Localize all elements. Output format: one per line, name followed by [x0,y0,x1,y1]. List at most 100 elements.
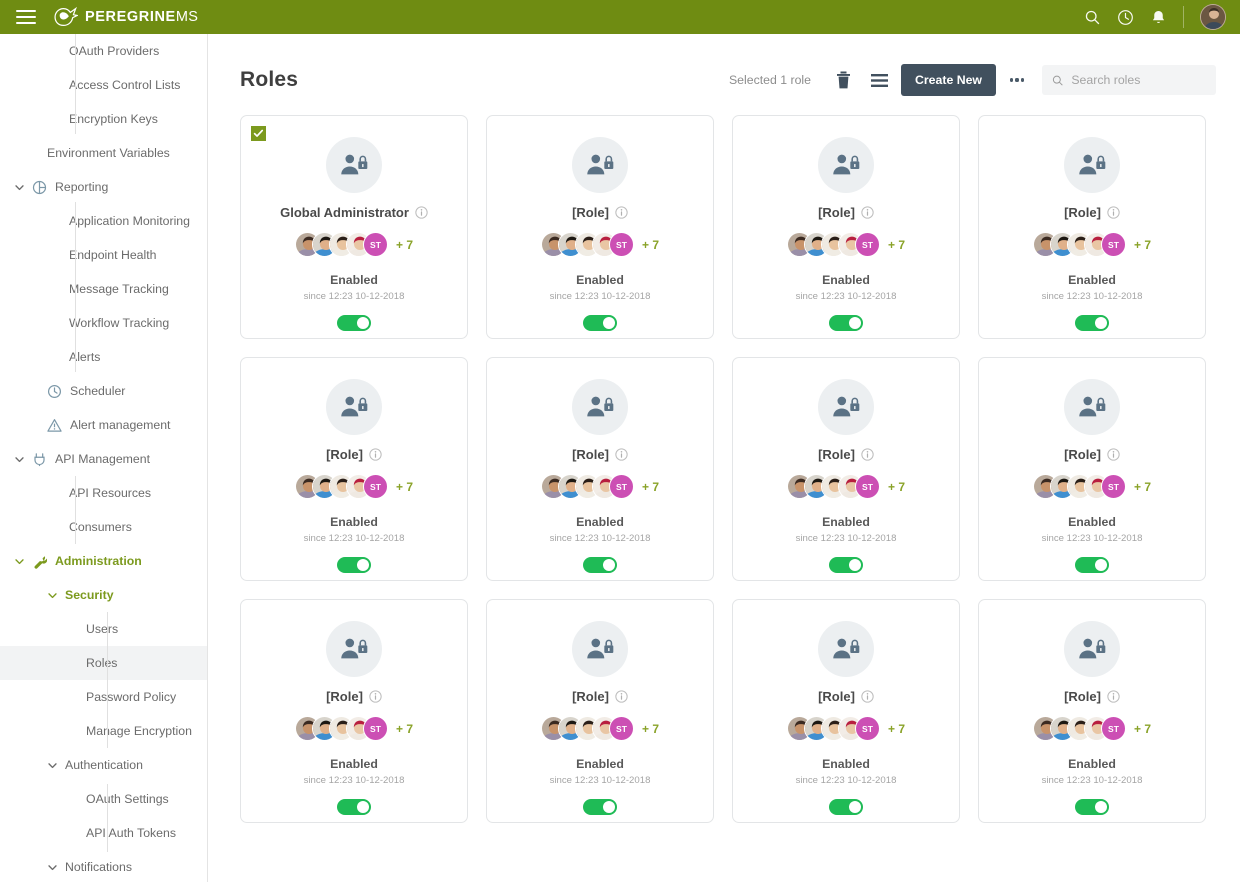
role-enable-toggle[interactable] [1075,557,1109,573]
sidebar-item-access-control-lists[interactable]: Access Control Lists [0,68,207,102]
member-avatar-initials[interactable]: ST [608,474,634,499]
role-card[interactable]: [Role] ST + 7 Enabled since 12:23 10-12-2018 [732,115,960,339]
sidebar-item-api-resources[interactable]: API Resources [0,476,207,510]
member-avatar-initials[interactable]: ST [362,716,388,741]
info-icon[interactable] [861,448,874,461]
role-card[interactable]: [Role] ST + 7 Enabled since 12:23 10-12-2018 [486,115,714,339]
member-avatar-initials[interactable]: ST [1100,232,1126,257]
history-clock-icon[interactable] [1117,9,1134,26]
info-icon[interactable] [1107,690,1120,703]
role-enable-toggle[interactable] [1075,799,1109,815]
role-enable-toggle[interactable] [337,557,371,573]
info-icon[interactable] [861,206,874,219]
member-overflow-count[interactable]: + 7 [642,722,659,736]
role-enable-toggle[interactable] [583,799,617,815]
role-card[interactable]: [Role] ST + 7 Enabled since 12:23 10-12-2018 [978,599,1206,823]
sidebar-item-scheduler[interactable]: Scheduler [0,374,207,408]
role-card[interactable]: [Role] ST + 7 Enabled since 12:23 10-12-2018 [240,599,468,823]
sidebar-item-oauth-settings[interactable]: OAuth Settings [0,782,207,816]
create-new-button[interactable]: Create New [901,64,996,96]
role-enable-toggle[interactable] [829,557,863,573]
role-card[interactable]: [Role] ST + 7 Enabled since 12:23 10-12-2018 [486,357,714,581]
sidebar-item-encryption-keys[interactable]: Encryption Keys [0,102,207,136]
sidebar-item-api-auth-tokens[interactable]: API Auth Tokens [0,816,207,850]
role-enable-toggle[interactable] [583,557,617,573]
sidebar-item-roles[interactable]: Roles [0,646,207,680]
sidebar-item-consumers[interactable]: Consumers [0,510,207,544]
search-input[interactable] [1071,73,1206,87]
role-enable-toggle[interactable] [337,799,371,815]
sidebar-item-notifications[interactable]: Notifications [0,850,207,882]
member-overflow-count[interactable]: + 7 [1134,238,1151,252]
member-avatar-initials[interactable]: ST [854,474,880,499]
more-options-button[interactable] [1002,66,1032,94]
notifications-bell-icon[interactable] [1150,9,1167,26]
role-card[interactable]: [Role] ST + 7 Enabled since 12:23 10-12-2018 [732,599,960,823]
role-card[interactable]: Global Administrator ST + 7 Enabled since 12… [240,115,468,339]
member-avatar-initials[interactable]: ST [1100,716,1126,741]
member-overflow-count[interactable]: + 7 [642,480,659,494]
sidebar-item-security[interactable]: Security [0,578,207,612]
sidebar-item-api-management[interactable]: API Management [0,442,207,476]
sidebar-item-administration[interactable]: Administration [0,544,207,578]
search-icon[interactable] [1084,9,1101,26]
sidebar-item-authentication[interactable]: Authentication [0,748,207,782]
info-icon[interactable] [861,690,874,703]
sidebar-item-endpoint-health[interactable]: Endpoint Health [0,238,207,272]
role-enable-toggle[interactable] [337,315,371,331]
member-avatar-initials[interactable]: ST [854,716,880,741]
info-icon[interactable] [1107,448,1120,461]
role-card[interactable]: [Role] ST + 7 Enabled since 12:23 10-12-2018 [732,357,960,581]
member-avatar-initials[interactable]: ST [608,716,634,741]
member-overflow-count[interactable]: + 7 [396,722,413,736]
info-icon[interactable] [415,206,428,219]
role-enable-toggle[interactable] [829,315,863,331]
sidebar-navigation[interactable]: OAuth Providers Access Control Lists Encry… [0,34,208,882]
info-icon[interactable] [615,206,628,219]
sidebar-item-application-monitoring[interactable]: Application Monitoring [0,204,207,238]
role-enable-toggle[interactable] [583,315,617,331]
member-overflow-count[interactable]: + 7 [1134,480,1151,494]
sidebar-item-password-policy[interactable]: Password Policy [0,680,207,714]
info-icon[interactable] [369,690,382,703]
sidebar-item-workflow-tracking[interactable]: Workflow Tracking [0,306,207,340]
role-enable-toggle[interactable] [829,799,863,815]
member-overflow-count[interactable]: + 7 [888,480,905,494]
user-avatar[interactable] [1200,4,1226,30]
sidebar-item-environment-variables[interactable]: Environment Variables [0,136,207,170]
sidebar-item-manage-encryption[interactable]: Manage Encryption [0,714,207,748]
sidebar-item-alert-management[interactable]: Alert management [0,408,207,442]
role-card[interactable]: [Role] ST + 7 Enabled since 12:23 10-12-2018 [240,357,468,581]
role-status-since: since 12:23 10-12-2018 [303,291,405,302]
role-card[interactable]: [Role] ST + 7 Enabled since 12:23 10-12-2018 [978,357,1206,581]
member-avatar-initials[interactable]: ST [854,232,880,257]
member-avatar-initials[interactable]: ST [608,232,634,257]
member-avatar-initials[interactable]: ST [362,232,388,257]
sidebar-item-oauth-providers[interactable]: OAuth Providers [0,34,207,68]
info-icon[interactable] [615,448,628,461]
member-overflow-count[interactable]: + 7 [1134,722,1151,736]
sidebar-item-users[interactable]: Users [0,612,207,646]
member-overflow-count[interactable]: + 7 [888,238,905,252]
member-avatar-initials[interactable]: ST [362,474,388,499]
member-overflow-count[interactable]: + 7 [396,238,413,252]
member-overflow-count[interactable]: + 7 [888,722,905,736]
sidebar-item-alerts[interactable]: Alerts [0,340,207,374]
list-view-button[interactable] [865,66,893,94]
search-roles-box[interactable] [1042,65,1216,95]
role-enable-toggle[interactable] [1075,315,1109,331]
delete-button[interactable] [829,66,857,94]
sidebar-item-message-tracking[interactable]: Message Tracking [0,272,207,306]
info-icon[interactable] [1107,206,1120,219]
role-card[interactable]: [Role] ST + 7 Enabled since 12:23 10-12-2018 [486,599,714,823]
member-overflow-count[interactable]: + 7 [396,480,413,494]
sidebar-item-label: Notifications [65,859,132,874]
info-icon[interactable] [369,448,382,461]
info-icon[interactable] [615,690,628,703]
role-card-checkbox[interactable] [251,126,266,141]
member-overflow-count[interactable]: + 7 [642,238,659,252]
hamburger-menu-icon[interactable] [16,10,36,24]
sidebar-item-reporting[interactable]: Reporting [0,170,207,204]
role-card[interactable]: [Role] ST + 7 Enabled since 12:23 10-12-2018 [978,115,1206,339]
member-avatar-initials[interactable]: ST [1100,474,1126,499]
